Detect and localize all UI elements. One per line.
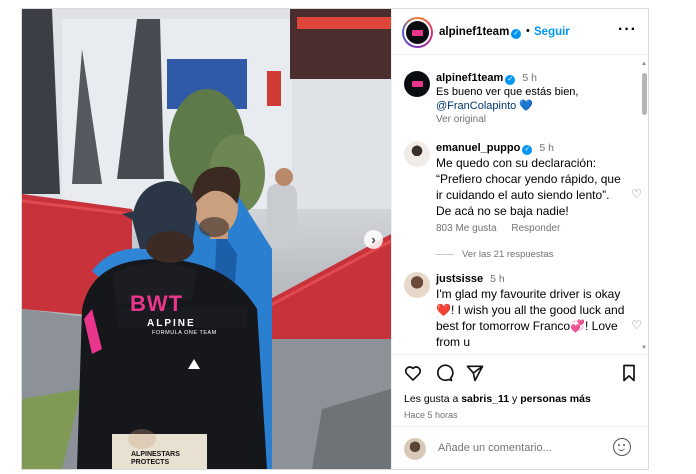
scroll-up-icon[interactable]: ▲ [641,61,647,67]
add-comment-input[interactable] [438,442,588,454]
jacket-sponsor2-text: PROTECTS [131,459,170,466]
comment-username[interactable]: justsisse [436,273,483,285]
jacket-brand-text: BWT [130,291,184,316]
likes-user[interactable]: sabris_11 [461,393,509,405]
post-side-panel: alpinef1team ✓ • Seguir ··· alpinef1team ✓… [391,9,648,469]
comment-text: Es bueno ver que estás bien, [436,86,579,98]
photo-illustration [22,9,391,469]
scroll-down-icon[interactable]: ▼ [641,345,647,351]
jacket-sponsor-text: ALPINESTARS [131,451,180,458]
comment-time: 5 h [490,273,505,285]
reply-button[interactable]: Responder [511,223,560,234]
comment-text: I'm glad my favourite driver is okay❤️! … [436,287,625,349]
header-separator: • [526,25,530,37]
jacket-sub-text: FORMULA ONE TEAM [152,330,217,336]
comment-likes[interactable]: 803 Me gusta [436,223,497,234]
profile-avatar[interactable] [402,17,433,48]
mention-link[interactable]: @FranColapinto [436,100,516,112]
heart-icon[interactable]: ♡ [631,187,642,201]
comments-scrollbar[interactable]: ▲ ▼ [641,61,647,351]
bookmark-icon[interactable] [619,363,639,383]
jacket-team-text: ALPINE [147,318,196,329]
comment-time: 5 h [539,142,555,154]
view-replies-button[interactable]: Ver las 21 respuestas [436,249,553,260]
chevron-right-icon: › [371,232,376,247]
follow-button[interactable]: Seguir [534,26,570,38]
commenter-avatar[interactable] [404,272,430,298]
next-photo-button[interactable]: › [364,230,383,249]
post-photo[interactable]: BWT ALPINE FORMULA ONE TEAM ALPINESTARS … [22,9,391,469]
share-send-icon[interactable] [465,363,485,383]
likes-prefix: Les gusta a [404,393,462,405]
add-comment-bar [392,426,648,469]
post-time-ago: Hace 5 horas [404,410,458,420]
see-original-link[interactable]: Ver original [436,114,486,125]
likes-mid: y [509,393,521,405]
emoji-smile-icon[interactable] [613,438,631,456]
view-replies-label[interactable]: Ver las 21 respuestas [462,249,553,260]
verified-badge-icon: ✓ [511,29,522,39]
alpine-logo-icon [412,29,423,36]
verified-badge-icon: ✓ [505,75,516,85]
commenter-avatar[interactable] [404,141,430,167]
likes-others[interactable]: personas más [520,393,591,405]
heart-icon[interactable]: ♡ [631,318,642,332]
comment-bubble-icon[interactable] [434,363,454,383]
comments-list[interactable]: alpinef1team ✓ 5 h Es bueno ver que estás… [392,56,648,352]
verified-badge-icon: ✓ [522,145,533,155]
comment-username[interactable]: alpinef1team [436,72,503,84]
blue-heart-emoji: 💙 [519,100,534,112]
current-user-avatar [404,438,426,460]
likes-summary[interactable]: Les gusta a sabris_11 y personas más [404,393,591,405]
more-horizontal-icon[interactable]: ··· [618,21,637,39]
comment-text: Me quedo con su declaración: “Prefiero c… [436,156,621,218]
caption-avatar[interactable] [404,71,430,97]
scrollbar-thumb[interactable] [642,73,647,115]
post-author-name[interactable]: alpinef1team [439,26,509,38]
like-heart-icon[interactable] [403,363,423,383]
comment-username[interactable]: emanuel_puppo [436,142,520,154]
post-actions: Les gusta a sabris_11 y personas más Hac… [392,354,648,424]
post-header: alpinef1team ✓ • Seguir ··· [392,9,648,55]
instagram-post: BWT ALPINE FORMULA ONE TEAM ALPINESTARS … [21,8,649,470]
post-author[interactable]: alpinef1team ✓ [439,26,522,39]
comment-time: 5 h [522,72,537,84]
